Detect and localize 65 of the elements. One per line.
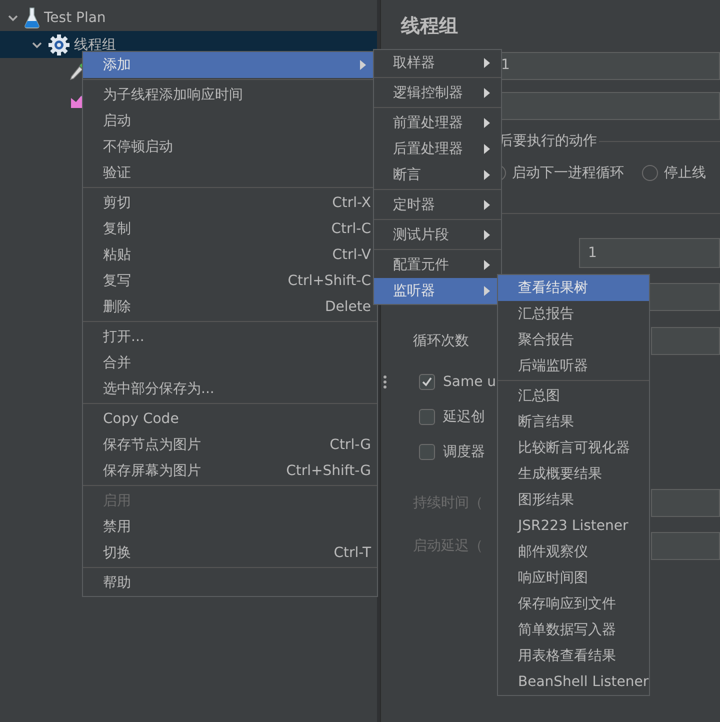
menu-item[interactable]: 断言	[374, 162, 501, 188]
menu-item[interactable]: 复写 Ctrl+Shift-C	[83, 268, 377, 294]
text-field[interactable]	[651, 489, 720, 517]
menu-item[interactable]: JSR223 Listener	[498, 513, 649, 539]
menu-item[interactable]: 保存响应到文件	[498, 591, 649, 617]
checkbox-label[interactable]: 延迟创	[443, 408, 485, 426]
loop-count-label: 循环次数	[413, 332, 469, 350]
menu-item[interactable]: 汇总图	[498, 383, 649, 409]
text-field[interactable]	[648, 283, 720, 311]
menu-item[interactable]: 保存屏幕为图片 Ctrl+Shift-G	[83, 458, 377, 484]
menu-item[interactable]: 后端监听器	[498, 353, 649, 379]
checkbox[interactable]	[419, 444, 435, 460]
flask-icon	[24, 6, 40, 28]
menu-item[interactable]: 删除 Delete	[83, 294, 377, 320]
menu-item[interactable]: 剪切 Ctrl-X	[83, 190, 377, 216]
menu-item[interactable]: Copy Code	[83, 406, 377, 432]
menu-item[interactable]: 复制 Ctrl-C	[83, 216, 377, 242]
menu-item[interactable]: 后置处理器	[374, 136, 501, 162]
menu-item[interactable]: 用表格查看结果	[498, 643, 649, 669]
panel-title: 线程组	[400, 14, 459, 39]
checkbox[interactable]	[419, 408, 435, 424]
menu-item[interactable]: 粘贴 Ctrl-V	[83, 242, 377, 268]
menu-item[interactable]: 聚合报告	[498, 327, 649, 353]
menu-item[interactable]: 禁用	[83, 514, 377, 540]
menu-item[interactable]: 逻辑控制器	[374, 80, 501, 106]
tree-item-label[interactable]: Test Plan	[44, 10, 106, 26]
menu-item[interactable]: 帮助	[83, 570, 377, 596]
menu-item[interactable]: 配置元件	[374, 252, 501, 278]
menu-item[interactable]: 打开...	[83, 324, 377, 350]
menu-item[interactable]: 比较断言可视化器	[498, 435, 649, 461]
ramp-up-field[interactable]: 1	[579, 238, 720, 268]
radio-label[interactable]: 停止线	[664, 164, 706, 182]
menu-item[interactable]: 生成概要结果	[498, 461, 649, 487]
menu-item[interactable]: 保存节点为图片 Ctrl-G	[83, 432, 377, 458]
checkbox[interactable]	[419, 374, 435, 390]
menu-item[interactable]: 汇总报告	[498, 301, 649, 327]
menu-item[interactable]: 断言结果	[498, 409, 649, 435]
menu-item[interactable]: 验证	[83, 160, 377, 186]
comment-field[interactable]	[499, 92, 720, 120]
gear-icon	[48, 34, 70, 56]
menu-item[interactable]: BeanShell Listener	[498, 669, 649, 695]
checkbox-label[interactable]: Same u	[443, 374, 496, 390]
menu-item[interactable]: 图形结果	[498, 487, 649, 513]
menu-item[interactable]: 测试片段	[374, 222, 501, 248]
text-field[interactable]	[651, 532, 720, 560]
drag-handle-icon[interactable]	[383, 375, 387, 389]
menu-item[interactable]: 合并	[83, 350, 377, 376]
checkbox-label[interactable]: 调度器	[443, 442, 485, 460]
menu-item[interactable]: 查看结果树	[498, 275, 649, 301]
tree-item-label[interactable]: 线程组	[74, 36, 116, 54]
menu-item[interactable]: 不停顿启动	[83, 134, 377, 160]
menu-item[interactable]: 定时器	[374, 192, 501, 218]
menu-item[interactable]: 前置处理器	[374, 110, 501, 136]
menu-item[interactable]: 启动	[83, 108, 377, 134]
menu-item[interactable]: 为子线程添加响应时间	[83, 82, 377, 108]
loop-count-field[interactable]	[651, 327, 720, 355]
menu-item[interactable]: 简单数据写入器	[498, 617, 649, 643]
menu-item[interactable]: 取样器	[374, 50, 501, 76]
radio-button[interactable]	[642, 165, 658, 181]
radio-label[interactable]: 启动下一进程循环	[512, 164, 624, 182]
menu-item[interactable]: 选中部分保存为...	[83, 376, 377, 402]
name-field[interactable]: 1	[499, 52, 720, 80]
menu-item[interactable]: 邮件观察仪	[498, 539, 649, 565]
menu-item[interactable]: 响应时间图	[498, 565, 649, 591]
menu-item[interactable]: 切换 Ctrl-T	[83, 540, 377, 566]
